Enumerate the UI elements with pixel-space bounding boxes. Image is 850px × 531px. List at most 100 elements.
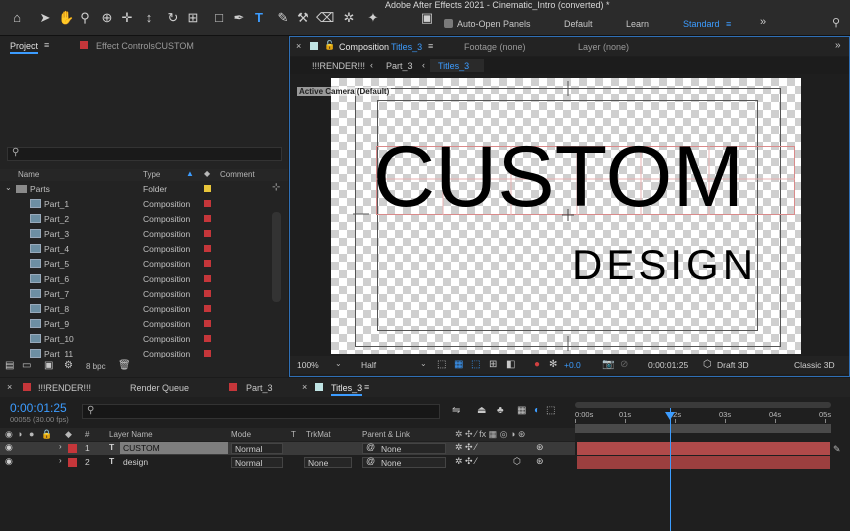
folder-label-swatch[interactable]: [204, 185, 211, 192]
playhead-line[interactable]: [670, 408, 671, 531]
channel-icon[interactable]: ◧: [506, 359, 515, 371]
link-icon[interactable]: ⊛: [536, 456, 544, 467]
interpret-footage-icon[interactable]: ▤: [5, 360, 14, 372]
auto-open-checkbox[interactable]: [444, 19, 453, 28]
draft-3d-icon[interactable]: ⬡: [703, 359, 712, 371]
eye-icon[interactable]: ◉: [5, 442, 13, 453]
breadcrumb-render[interactable]: !!!RENDER!!!: [312, 61, 365, 71]
col-name[interactable]: Name: [18, 170, 39, 179]
motion-blur-icon[interactable]: ◐: [534, 405, 540, 417]
layer-bar-2[interactable]: [577, 456, 830, 469]
home-icon[interactable]: ⌂: [10, 11, 24, 25]
tab-footage[interactable]: Footage (none): [464, 42, 526, 52]
project-item-label-swatch[interactable]: [204, 335, 211, 342]
comp-mini-flowchart-icon[interactable]: ⇋: [452, 405, 460, 417]
shy-layers-icon[interactable]: ♣: [497, 405, 504, 417]
region-of-interest-icon[interactable]: ⬚: [437, 359, 446, 371]
bpc-indicator[interactable]: 8 bpc: [86, 362, 106, 371]
dolly-camera-icon[interactable]: ↕: [142, 11, 156, 25]
roto-brush-icon[interactable]: ✲: [342, 11, 356, 25]
comp-menu-icon[interactable]: ≡: [428, 41, 433, 51]
workspace-standard[interactable]: Standard: [683, 19, 720, 29]
project-item[interactable]: Part_10 Composition: [0, 332, 270, 347]
col-layer-name[interactable]: Layer Name: [109, 430, 153, 439]
breadcrumb-titles3[interactable]: Titles_3: [438, 61, 469, 71]
pan-camera-icon[interactable]: ✛: [120, 11, 134, 25]
trash-icon[interactable]: 🗑: [118, 360, 131, 372]
search-help-icon[interactable]: ⚲: [832, 16, 840, 29]
renderer-dropdown[interactable]: Classic 3D: [794, 360, 835, 370]
resolution-dropdown[interactable]: Half: [361, 360, 376, 370]
lock-icon[interactable]: 🔓: [324, 40, 335, 51]
project-item[interactable]: Part_3 Composition: [0, 227, 270, 242]
project-item[interactable]: Part_4 Composition: [0, 242, 270, 257]
puppet-pin-icon[interactable]: ✦: [366, 11, 380, 25]
expand-icon[interactable]: »: [760, 16, 766, 28]
tab-titles3[interactable]: Titles_3: [331, 383, 363, 396]
project-item-label-swatch[interactable]: [204, 260, 211, 267]
project-search-input[interactable]: ⚲: [7, 147, 282, 161]
project-item-label-swatch[interactable]: [204, 200, 211, 207]
grid-guides-icon[interactable]: ⊞: [489, 359, 497, 371]
close-icon[interactable]: ×: [302, 382, 307, 392]
pen-tool-icon[interactable]: ✒: [232, 11, 246, 25]
draft-3d-timeline-icon[interactable]: ⏏: [477, 405, 486, 417]
pick-whip-icon[interactable]: @: [366, 442, 375, 452]
layer-row-2[interactable]: ◉ › 2 T design Normal None None @ ✲ ✣ ⁄ …: [0, 456, 575, 469]
text-design[interactable]: DESIGN: [572, 244, 757, 286]
layer-switches-icons[interactable]: ✲ ✣ ⁄: [455, 442, 477, 453]
col-comment[interactable]: Comment: [220, 170, 255, 179]
breadcrumb-part3[interactable]: Part_3: [386, 61, 413, 71]
rectangle-tool-icon[interactable]: □: [212, 11, 226, 25]
reset-exposure-icon[interactable]: ✻: [549, 359, 557, 371]
text-custom[interactable]: CUSTOM: [373, 134, 744, 220]
project-item[interactable]: Part_1 Composition: [0, 197, 270, 212]
new-folder-icon[interactable]: ▭: [22, 360, 31, 372]
playhead-handle[interactable]: [665, 412, 675, 420]
project-item-label-swatch[interactable]: [204, 350, 211, 357]
project-scrollbar[interactable]: [272, 212, 281, 302]
chevron-down-icon[interactable]: ⌄: [5, 183, 12, 192]
tab-render[interactable]: !!!RENDER!!!: [38, 383, 91, 393]
transparency-grid-icon[interactable]: ▦: [454, 359, 463, 371]
new-comp-icon[interactable]: ▣: [44, 360, 53, 372]
show-snapshot-icon[interactable]: ⊘: [620, 359, 628, 371]
orbit-camera-icon[interactable]: ⊕: [100, 11, 114, 25]
comp-timecode[interactable]: 0:00:01:25: [648, 360, 688, 370]
timeline-timecode[interactable]: 0:00:01:25: [10, 401, 67, 415]
panel-expand-icon[interactable]: »: [835, 40, 841, 51]
brush-tool-icon[interactable]: ✎: [276, 11, 290, 25]
layer-name[interactable]: CUSTOM: [120, 442, 228, 454]
tab-project[interactable]: Project: [10, 41, 39, 54]
tab-render-queue[interactable]: Render Queue: [130, 383, 189, 393]
hand-tool-icon[interactable]: ✋: [58, 11, 74, 25]
frame-blending-icon[interactable]: ▦: [517, 405, 526, 417]
snapshot-icon[interactable]: 📷: [602, 359, 614, 371]
tab-effect-controls[interactable]: Effect Controls: [96, 41, 155, 51]
mask-visibility-icon[interactable]: ⬚: [471, 359, 480, 371]
color-management-icon[interactable]: ●: [534, 359, 540, 371]
tab-part3[interactable]: Part_3: [246, 383, 273, 393]
mode-dropdown[interactable]: Normal: [231, 457, 283, 468]
chevron-right-icon[interactable]: ›: [59, 456, 62, 465]
workspace-default[interactable]: Default: [564, 19, 593, 29]
clone-stamp-icon[interactable]: ⚒: [296, 11, 310, 25]
folder-row[interactable]: ⌄ Parts Folder: [0, 182, 270, 197]
workspace-box-icon[interactable]: ▣: [420, 11, 434, 25]
project-item-label-swatch[interactable]: [204, 320, 211, 327]
zoom-tool-icon[interactable]: ⚲: [78, 11, 92, 25]
project-item[interactable]: Part_2 Composition: [0, 212, 270, 227]
chevron-right-icon[interactable]: ›: [59, 442, 62, 451]
flowchart-icon[interactable]: ⊹: [272, 182, 280, 193]
layer-bar-1[interactable]: [577, 442, 830, 455]
eye-icon[interactable]: ◉: [5, 456, 13, 467]
comp-viewer[interactable]: CUSTOM DESIGN: [331, 78, 801, 354]
selection-tool-icon[interactable]: ➤: [38, 11, 52, 25]
project-item-label-swatch[interactable]: [204, 215, 211, 222]
link-icon[interactable]: ⊛: [536, 442, 544, 453]
timeline-search-input[interactable]: ⚲: [82, 404, 440, 419]
project-item-label-swatch[interactable]: [204, 290, 211, 297]
workspace-menu-icon[interactable]: ≡: [726, 19, 731, 29]
mode-dropdown[interactable]: Normal: [231, 443, 283, 454]
project-item-label-swatch[interactable]: [204, 230, 211, 237]
